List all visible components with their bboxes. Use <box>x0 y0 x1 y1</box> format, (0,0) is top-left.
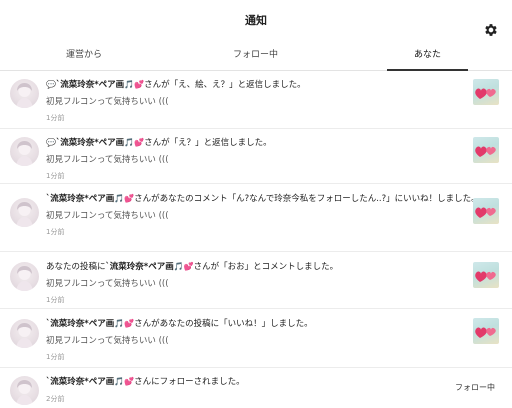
page-title: 通知 <box>245 14 267 27</box>
post-thumbnail[interactable] <box>473 262 499 288</box>
notification-text: `流菜玲奈*ペア画🎵💕さんがあなたの投稿に「いいね！」しました。 <box>46 318 466 330</box>
avatar[interactable] <box>10 198 39 227</box>
post-excerpt: 初見フルコンって気持ちいい ((( <box>46 211 169 221</box>
notification-action: さんが「え、絵、え？」と返信しました。 <box>144 80 306 90</box>
speech-bubble-icon: 💬 <box>46 80 56 89</box>
heart-icon: 💕 <box>124 194 135 203</box>
notification-list: 💬`流菜玲奈*ペア画🎵💕さんが「え、絵、え？」と返信しました。 初見フルコンって… <box>0 71 512 408</box>
timestamp: 1分前 <box>46 353 65 361</box>
avatar[interactable] <box>10 137 39 166</box>
heart-icon: 💕 <box>134 80 145 89</box>
notification-action: さんがあなたのコメント「ん?なんで玲奈今私をフォローしたん..?」にいいね！しま… <box>134 194 480 204</box>
music-note-icon: 🎵 <box>114 319 125 328</box>
tab-official[interactable]: 運営から <box>0 42 168 70</box>
timestamp: 1分前 <box>46 172 65 180</box>
notification-content: 💬`流菜玲奈*ペア画🎵💕さんが「え？」と返信しました。 初見フルコンって気持ちい… <box>46 137 466 181</box>
tab-bar: 運営から フォロー中 あなた <box>0 42 512 71</box>
post-thumbnail[interactable] <box>473 318 499 344</box>
timestamp: 1分前 <box>46 296 65 304</box>
notification-item[interactable]: `流菜玲奈*ペア画🎵💕さんがあなたの投稿に「いいね！」しました。 初見フルコンっ… <box>0 309 512 368</box>
following-button[interactable]: フォロー中 <box>455 382 495 393</box>
post-thumbnail[interactable] <box>473 137 499 163</box>
music-note-icon: 🎵 <box>114 377 125 386</box>
notification-content: `流菜玲奈*ペア画🎵💕さんにフォローされました。 2分前 <box>46 376 466 404</box>
post-thumbnail[interactable] <box>473 198 499 224</box>
tab-label: 運営から <box>65 50 102 60</box>
tab-label: あなた <box>413 50 441 60</box>
notification-item[interactable]: `流菜玲奈*ペア画🎵💕さんにフォローされました。 2分前 フォロー中 <box>0 368 512 408</box>
notification-text: `流菜玲奈*ペア画🎵💕さんがあなたのコメント「ん?なんで玲奈今私をフォローしたん… <box>46 193 480 205</box>
notification-item[interactable]: `流菜玲奈*ペア画🎵💕さんがあなたのコメント「ん?なんで玲奈今私をフォローしたん… <box>0 184 512 252</box>
avatar[interactable] <box>10 79 39 108</box>
avatar[interactable] <box>10 262 39 291</box>
user-name[interactable]: `流菜玲奈*ペア画 <box>46 319 114 329</box>
tab-you[interactable]: あなた <box>343 42 512 71</box>
music-note-icon: 🎵 <box>124 80 135 89</box>
notification-text: あなたの投稿に`流菜玲奈*ペア画🎵💕さんが「おお」とコメントしました。 <box>46 261 466 273</box>
tab-following[interactable]: フォロー中 <box>168 42 343 70</box>
post-excerpt: 初見フルコンって気持ちいい ((( <box>46 336 169 346</box>
tab-label: フォロー中 <box>232 50 278 60</box>
post-excerpt: 初見フルコンって気持ちいい ((( <box>46 155 169 165</box>
heart-icon: 💕 <box>124 377 135 386</box>
user-name[interactable]: `流菜玲奈*ペア画 <box>46 194 114 204</box>
speech-bubble-icon: 💬 <box>46 138 56 147</box>
avatar[interactable] <box>10 319 39 348</box>
notification-content: あなたの投稿に`流菜玲奈*ペア画🎵💕さんが「おお」とコメントしました。 初見フル… <box>46 261 466 305</box>
timestamp: 1分前 <box>46 114 65 122</box>
notification-item[interactable]: 💬`流菜玲奈*ペア画🎵💕さんが「え？」と返信しました。 初見フルコンって気持ちい… <box>0 129 512 184</box>
heart-icon: 💕 <box>183 262 194 271</box>
timestamp: 1分前 <box>46 228 65 236</box>
notification-content: `流菜玲奈*ペア画🎵💕さんがあなたのコメント「ん?なんで玲奈今私をフォローしたん… <box>46 193 480 237</box>
notification-item[interactable]: 💬`流菜玲奈*ペア画🎵💕さんが「え、絵、え？」と返信しました。 初見フルコンって… <box>0 71 512 129</box>
top-bar: 通知 <box>0 0 512 42</box>
avatar[interactable] <box>10 376 39 405</box>
notification-content: 💬`流菜玲奈*ペア画🎵💕さんが「え、絵、え？」と返信しました。 初見フルコンって… <box>46 79 466 123</box>
notification-prefix: あなたの投稿に <box>46 262 106 272</box>
post-excerpt: 初見フルコンって気持ちいい ((( <box>46 279 169 289</box>
heart-icon: 💕 <box>124 319 135 328</box>
post-thumbnail[interactable] <box>473 79 499 105</box>
notification-text: 💬`流菜玲奈*ペア画🎵💕さんが「え？」と返信しました。 <box>46 137 466 149</box>
heart-icon: 💕 <box>134 138 145 147</box>
notification-item[interactable]: あなたの投稿に`流菜玲奈*ペア画🎵💕さんが「おお」とコメントしました。 初見フル… <box>0 252 512 309</box>
notification-action: さんが「おお」とコメントしました。 <box>193 262 339 272</box>
user-name[interactable]: `流菜玲奈*ペア画 <box>56 138 124 148</box>
music-note-icon: 🎵 <box>114 194 125 203</box>
music-note-icon: 🎵 <box>173 262 184 271</box>
user-name[interactable]: `流菜玲奈*ペア画 <box>46 377 114 387</box>
user-name[interactable]: `流菜玲奈*ペア画 <box>106 262 174 272</box>
notification-text: `流菜玲奈*ペア画🎵💕さんにフォローされました。 <box>46 376 466 388</box>
post-excerpt: 初見フルコンって気持ちいい ((( <box>46 97 169 107</box>
notification-action: さんがあなたの投稿に「いいね！」しました。 <box>134 319 313 329</box>
notification-action: さんが「え？」と返信しました。 <box>144 138 272 148</box>
music-note-icon: 🎵 <box>124 138 135 147</box>
timestamp: 2分前 <box>46 395 65 403</box>
notification-action: さんにフォローされました。 <box>134 377 245 387</box>
notification-text: 💬`流菜玲奈*ペア画🎵💕さんが「え、絵、え？」と返信しました。 <box>46 79 466 91</box>
notification-content: `流菜玲奈*ペア画🎵💕さんがあなたの投稿に「いいね！」しました。 初見フルコンっ… <box>46 318 466 362</box>
user-name[interactable]: `流菜玲奈*ペア画 <box>56 80 124 90</box>
gear-icon[interactable] <box>483 22 499 38</box>
